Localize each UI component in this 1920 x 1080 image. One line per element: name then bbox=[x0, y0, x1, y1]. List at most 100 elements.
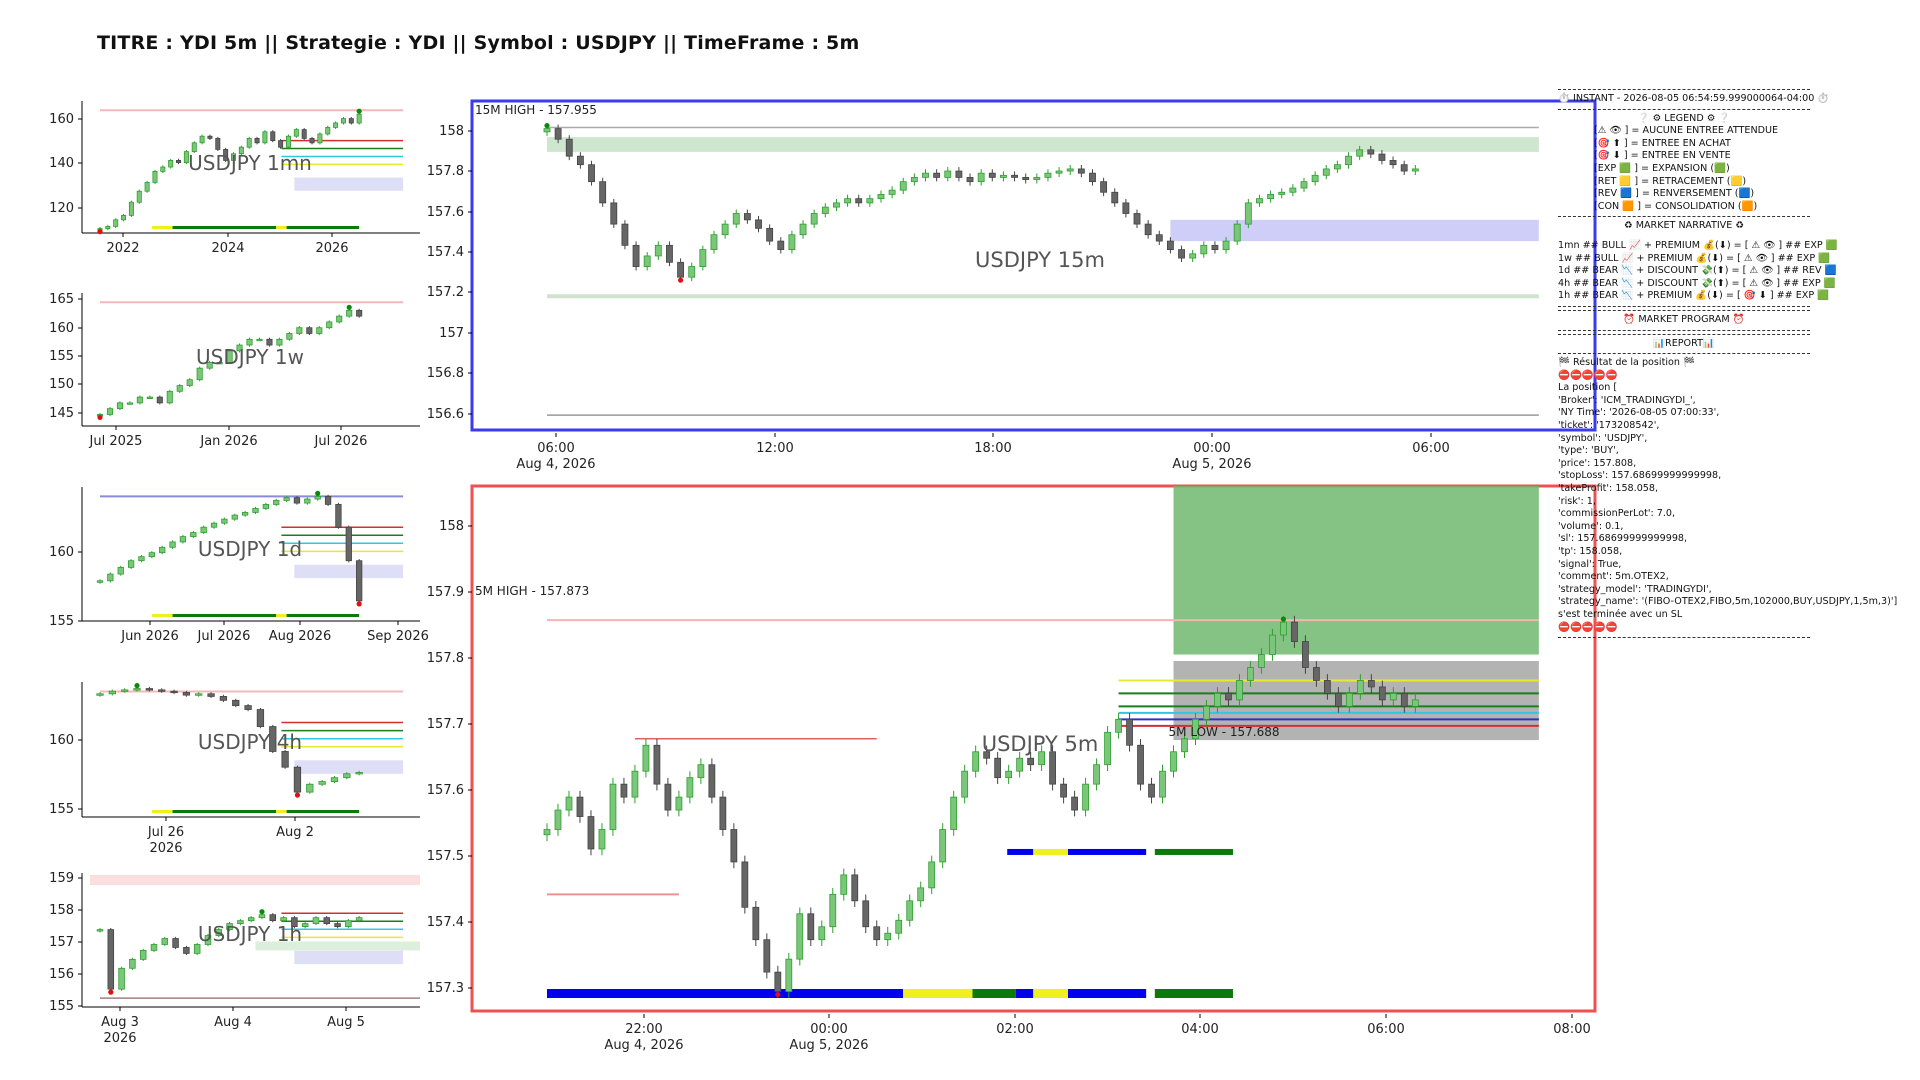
context-zone bbox=[294, 950, 404, 965]
candle-body bbox=[821, 206, 829, 214]
candle-body bbox=[96, 929, 104, 932]
candle-body bbox=[642, 744, 650, 772]
swing-high-point bbox=[544, 122, 550, 129]
stop-row: ⛔⛔⛔⛔⛔ bbox=[1558, 621, 1618, 633]
candle-body bbox=[543, 128, 551, 133]
candle-body bbox=[196, 367, 203, 381]
x-tick-label: 00:00 bbox=[810, 1022, 847, 1037]
candle-body bbox=[138, 556, 145, 562]
candle-body bbox=[1291, 621, 1298, 642]
x-tick-label: Jul 2026 bbox=[314, 434, 368, 449]
candle-body bbox=[356, 113, 362, 124]
candle-body bbox=[126, 402, 133, 405]
candle-body bbox=[688, 266, 696, 278]
y-tick-label: 157.4 bbox=[427, 245, 464, 260]
candle-body bbox=[172, 938, 179, 948]
candle-body bbox=[1126, 718, 1133, 746]
candle-body bbox=[312, 917, 320, 925]
candle-body bbox=[1211, 244, 1219, 250]
candle-body bbox=[1322, 168, 1330, 176]
candle-body bbox=[133, 688, 141, 691]
candle-body bbox=[708, 764, 716, 798]
candle-body bbox=[356, 560, 363, 602]
x-tick-label: Jun 2026 bbox=[120, 629, 179, 644]
x-tick-label: Aug 2026 bbox=[269, 629, 332, 644]
y-tick-label: 157.5 bbox=[427, 849, 464, 864]
position-line: 'strategy_name': '(FIBO-OTEX2,FIBO,5m,10… bbox=[1558, 596, 1898, 608]
candle-body bbox=[818, 926, 826, 941]
y-tick-label: 157.8 bbox=[427, 164, 464, 179]
candle-body bbox=[988, 172, 996, 178]
candle-body bbox=[179, 536, 187, 543]
candle-body bbox=[1155, 234, 1163, 242]
context-zone bbox=[294, 564, 404, 579]
candle-body bbox=[269, 914, 277, 922]
candle-body bbox=[1044, 172, 1052, 178]
y-tick-label: 155 bbox=[49, 802, 74, 817]
high-annotation: 15M HIGH - 157.955 bbox=[475, 103, 597, 117]
candle-body bbox=[156, 396, 163, 404]
candle-body bbox=[345, 526, 352, 562]
y-tick-label: 158 bbox=[439, 519, 464, 534]
x-tick-label: 2024 bbox=[211, 241, 244, 256]
phase-bar-segment bbox=[1033, 989, 1068, 998]
chart-watermark: USDJPY 15m bbox=[975, 248, 1105, 272]
candle-body bbox=[355, 772, 363, 775]
candle-body bbox=[1104, 731, 1111, 766]
candle-body bbox=[330, 777, 339, 783]
candle-body bbox=[675, 796, 683, 811]
candle-body bbox=[554, 128, 562, 140]
candle-body bbox=[1311, 174, 1319, 183]
x-tick-label: 18:00 bbox=[974, 441, 1011, 456]
candle-body bbox=[666, 244, 673, 263]
candle-body bbox=[807, 913, 815, 941]
candle-body bbox=[587, 816, 595, 850]
chart-watermark: USDJPY 1h bbox=[198, 922, 302, 946]
y-tick-label: 156 bbox=[49, 967, 74, 982]
candle-body bbox=[829, 893, 837, 928]
candle-body bbox=[1189, 253, 1197, 259]
y-tick-label: 150 bbox=[49, 377, 74, 392]
context-zone bbox=[294, 177, 404, 191]
candle-body bbox=[159, 546, 166, 554]
position-line: 'ticket': '173208542', bbox=[1558, 420, 1660, 432]
x-tick-sublabel: Aug 5, 2026 bbox=[789, 1038, 868, 1053]
x-tick-label: 2026 bbox=[315, 241, 348, 256]
x-tick-label: Jul 2025 bbox=[89, 434, 143, 449]
swing-high-point bbox=[1280, 616, 1287, 622]
phase-bar-segment bbox=[1154, 848, 1233, 855]
candle-body bbox=[1345, 155, 1352, 166]
candle-body bbox=[256, 709, 265, 727]
candle-body bbox=[296, 327, 303, 334]
candle-body bbox=[1166, 240, 1174, 250]
candle-body bbox=[1313, 667, 1320, 681]
candle-body bbox=[168, 159, 174, 168]
legend-item: [EXP 🟩 ] = EXPANSION (🟩) bbox=[1594, 162, 1730, 174]
candle-body bbox=[1082, 783, 1089, 811]
candle-body bbox=[283, 497, 290, 501]
candle-body bbox=[777, 240, 785, 250]
candle-body bbox=[343, 773, 351, 779]
candle-body bbox=[325, 127, 331, 135]
instant-line: ⏱️ INSTANT - 2026-08-05 06:54:59.9990000… bbox=[1558, 93, 1830, 104]
swing-low-point bbox=[775, 991, 781, 998]
candle-body bbox=[699, 249, 707, 267]
swing-high-point bbox=[259, 909, 265, 915]
candle-body bbox=[278, 140, 284, 148]
candle-body bbox=[136, 190, 142, 203]
x-tick-label: 08:00 bbox=[1553, 1022, 1590, 1037]
swing-low-point bbox=[108, 989, 114, 995]
candle-body bbox=[161, 938, 169, 945]
candle-body bbox=[116, 402, 123, 410]
x-tick-sublabel: Aug 4, 2026 bbox=[516, 457, 595, 472]
candle-body bbox=[917, 887, 925, 902]
y-tick-label: 160 bbox=[49, 733, 74, 748]
candle-body bbox=[1356, 680, 1364, 694]
candle-body bbox=[148, 552, 155, 558]
candle-body bbox=[599, 181, 607, 204]
phase-bar-segment bbox=[1154, 989, 1233, 998]
candle-body bbox=[933, 172, 941, 178]
position-line: 'comment': 5m.OTEX2, bbox=[1558, 571, 1669, 583]
candle-body bbox=[1280, 621, 1287, 636]
candle-body bbox=[145, 688, 154, 691]
